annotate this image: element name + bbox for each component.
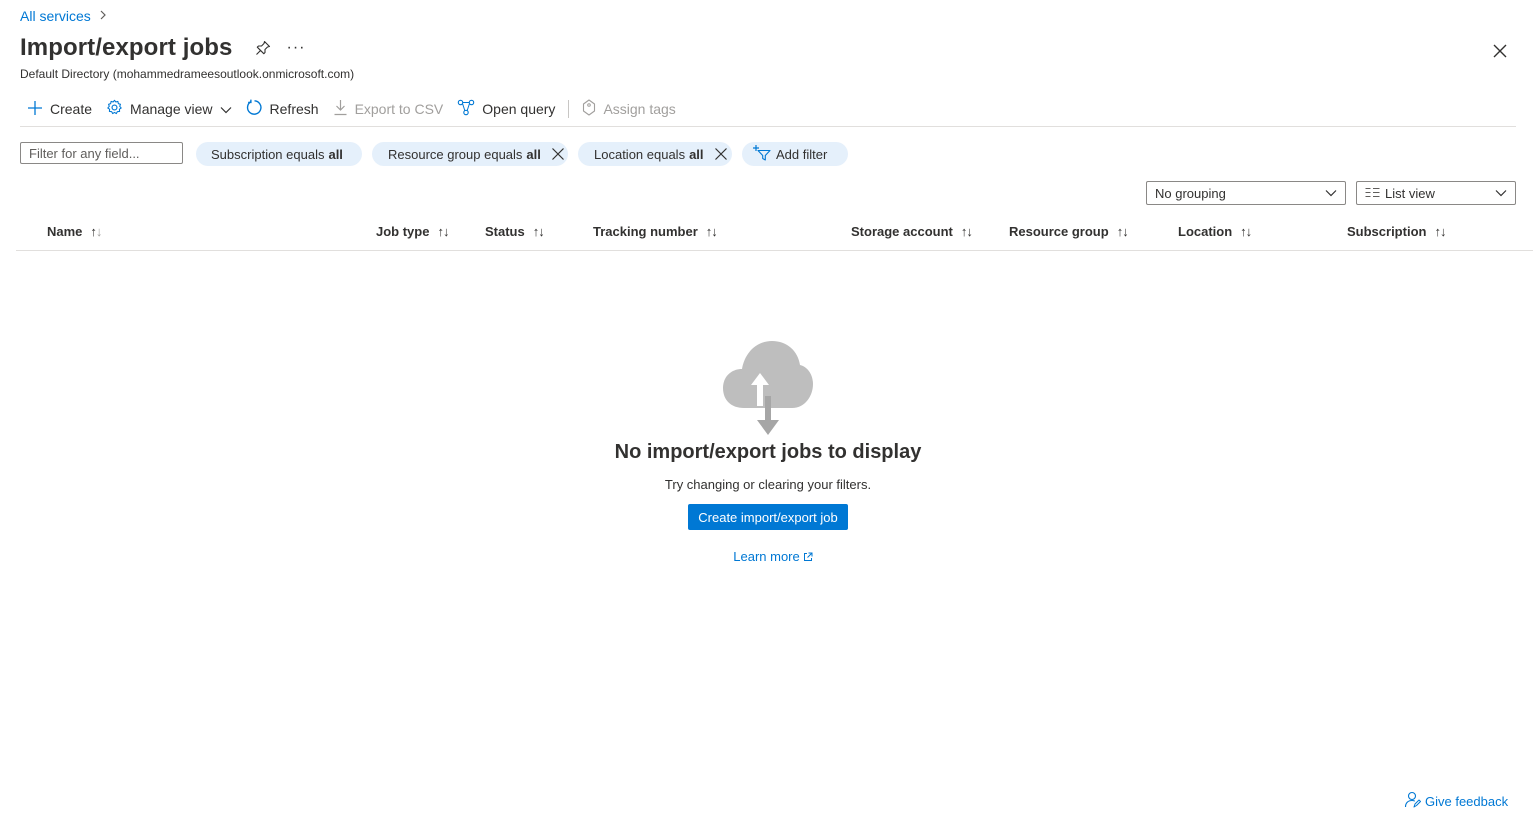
chevron-down-icon xyxy=(1495,187,1507,202)
add-filter-button[interactable]: Add filter xyxy=(742,142,848,166)
remove-filter-icon[interactable] xyxy=(551,147,565,161)
refresh-label: Refresh xyxy=(269,101,319,117)
column-header-resource-group[interactable]: Resource group ↑↓ xyxy=(1009,224,1129,239)
title-row: Import/export jobs ··· xyxy=(20,34,305,62)
column-header-tracking-number[interactable]: Tracking number ↑↓ xyxy=(593,224,718,239)
filter-pill-label: Subscription equals xyxy=(211,146,325,162)
manage-view-label: Manage view xyxy=(130,101,213,117)
table-header-divider xyxy=(16,250,1533,251)
breadcrumb: All services xyxy=(20,8,107,24)
directory-subtitle: Default Directory (mohammedrameesoutlook… xyxy=(20,67,355,81)
filter-pill-resource-group[interactable]: Resource group equals all xyxy=(372,142,568,166)
breadcrumb-all-services[interactable]: All services xyxy=(20,8,91,24)
export-csv-label: Export to CSV xyxy=(354,101,444,117)
column-header-label: Job type xyxy=(376,224,430,239)
grouping-value: No grouping xyxy=(1155,185,1226,201)
sort-icon: ↑↓ xyxy=(90,224,102,239)
view-dropdown[interactable]: List view xyxy=(1356,181,1516,205)
chevron-down-icon xyxy=(220,101,232,117)
open-query-button[interactable]: Open query xyxy=(450,96,562,122)
chevron-down-icon xyxy=(1325,187,1337,202)
feedback-icon xyxy=(1404,791,1421,811)
toolbar-divider xyxy=(568,100,570,118)
export-csv-button[interactable]: Export to CSV xyxy=(326,96,451,122)
grouping-dropdown[interactable]: No grouping xyxy=(1146,181,1346,205)
column-header-subscription[interactable]: Subscription ↑↓ xyxy=(1347,224,1446,239)
open-query-label: Open query xyxy=(482,101,556,117)
add-filter-label: Add filter xyxy=(776,146,828,162)
sort-icon: ↑↓ xyxy=(1240,224,1252,239)
column-header-label: Storage account xyxy=(851,224,953,239)
column-header-label: Resource group xyxy=(1009,224,1109,239)
column-header-label: Tracking number xyxy=(593,224,698,239)
sort-icon: ↑↓ xyxy=(705,224,718,239)
column-header-label: Location xyxy=(1178,224,1233,239)
remove-filter-icon[interactable] xyxy=(714,147,728,161)
column-header-storage-account[interactable]: Storage account ↑↓ xyxy=(851,224,973,239)
give-feedback-label: Give feedback xyxy=(1425,793,1509,809)
give-feedback-link[interactable]: Give feedback xyxy=(1404,791,1508,811)
filter-pill-label: Location equals xyxy=(594,146,686,162)
more-options-icon[interactable]: ··· xyxy=(286,39,305,57)
refresh-button[interactable]: Refresh xyxy=(239,96,326,122)
create-button[interactable]: Create xyxy=(20,96,99,122)
create-label: Create xyxy=(50,101,93,117)
refresh-icon xyxy=(246,99,263,119)
page-title: Import/export jobs xyxy=(20,34,233,61)
sort-icon: ↑↓ xyxy=(1116,224,1129,239)
assign-tags-label: Assign tags xyxy=(603,101,676,117)
filter-pill-location[interactable]: Location equals all xyxy=(578,142,732,166)
pin-icon[interactable] xyxy=(254,39,272,57)
cloud-import-export-icon xyxy=(722,340,814,436)
filter-pill-subscription[interactable]: Subscription equals all xyxy=(196,142,362,166)
sort-icon: ↑↓ xyxy=(437,224,449,239)
sort-icon: ↑↓ xyxy=(532,224,545,239)
tag-icon xyxy=(582,99,596,119)
empty-state-title: No import/export jobs to display xyxy=(614,441,922,463)
manage-view-button[interactable]: Manage view xyxy=(99,96,239,122)
column-header-location[interactable]: Location ↑↓ xyxy=(1178,224,1252,239)
sort-icon: ↑↓ xyxy=(1434,224,1446,239)
column-header-name[interactable]: Name ↑↓ xyxy=(47,224,102,239)
column-header-label: Subscription xyxy=(1347,224,1427,239)
column-header-label: Name xyxy=(47,224,83,239)
query-icon xyxy=(457,99,475,119)
filter-pill-value: all xyxy=(526,146,541,162)
assign-tags-button[interactable]: Assign tags xyxy=(575,96,682,122)
close-icon[interactable] xyxy=(1489,40,1511,62)
chevron-right-icon xyxy=(99,9,107,23)
learn-more-row: Learn more xyxy=(0,549,1533,564)
column-header-job-type[interactable]: Job type ↑↓ xyxy=(376,224,449,239)
filter-pill-value: all xyxy=(328,146,343,162)
learn-more-link[interactable]: Learn more xyxy=(733,549,813,564)
command-bar: Create Manage view Refresh Export to CSV… xyxy=(20,96,683,122)
filter-pill-value: all xyxy=(689,146,704,162)
empty-state-subtitle: Try changing or clearing your filters. xyxy=(664,477,872,492)
external-link-icon xyxy=(803,552,813,562)
filter-search-input[interactable] xyxy=(20,142,183,164)
column-header-label: Status xyxy=(485,224,525,239)
plus-icon xyxy=(27,100,43,119)
download-icon xyxy=(333,99,348,119)
add-filter-icon xyxy=(753,144,771,164)
list-view-icon xyxy=(1365,186,1380,201)
toolbar-divider-line xyxy=(20,126,1516,127)
column-header-status[interactable]: Status ↑↓ xyxy=(485,224,545,239)
gear-icon xyxy=(106,99,123,119)
create-job-button[interactable]: Create import/export job xyxy=(688,504,848,530)
learn-more-label: Learn more xyxy=(733,549,800,564)
filter-pill-label: Resource group equals xyxy=(388,146,523,162)
view-value: List view xyxy=(1385,185,1435,201)
sort-icon: ↑↓ xyxy=(960,224,973,239)
